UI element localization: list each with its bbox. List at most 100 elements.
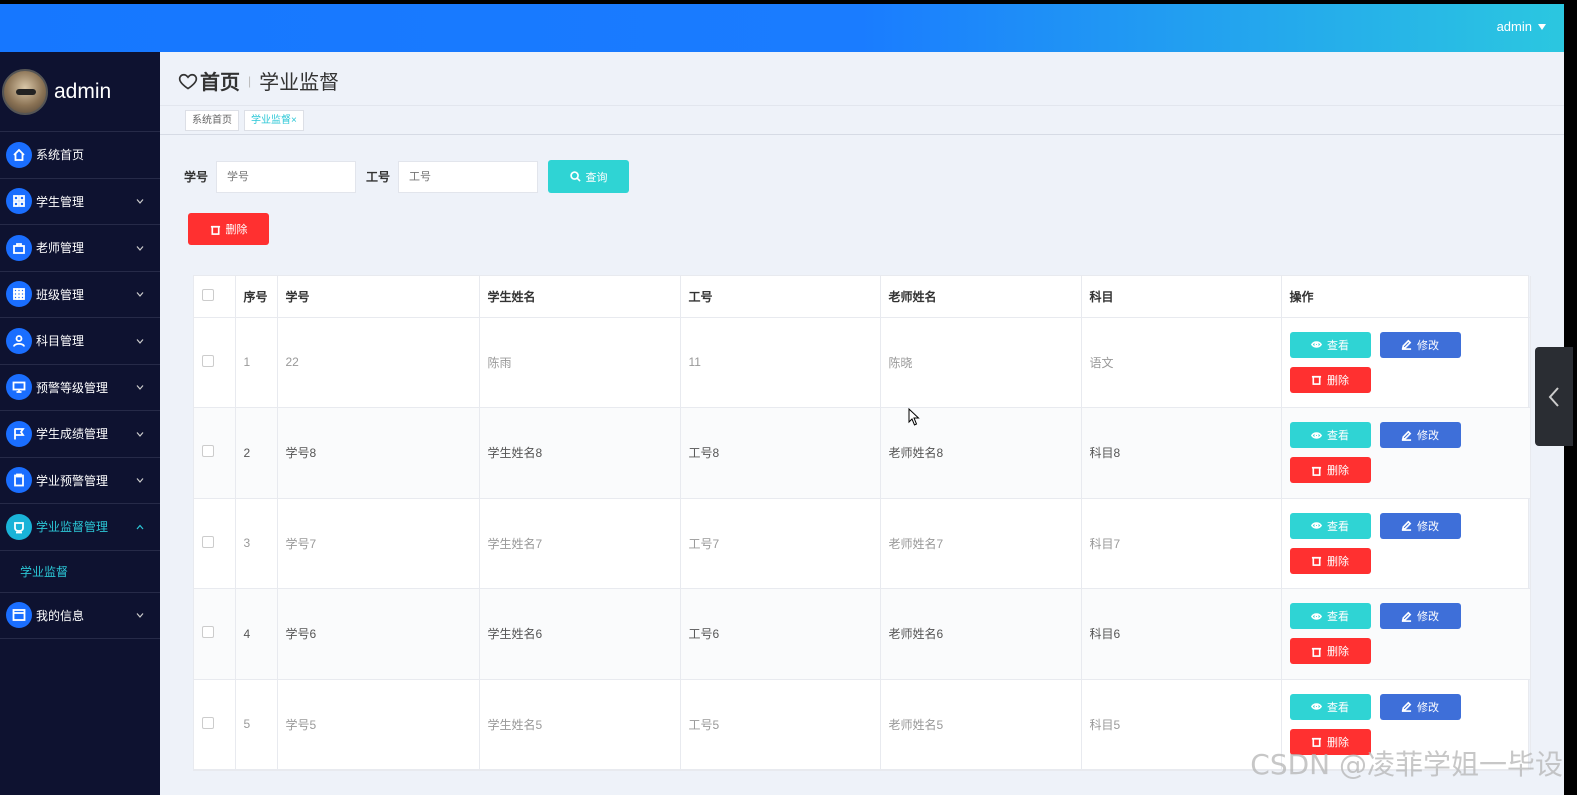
- row-checkbox[interactable]: [202, 716, 214, 729]
- edit-icon: [1401, 430, 1412, 441]
- sidebar-item-label: 我的信息: [36, 608, 85, 623]
- header-select-all[interactable]: [194, 276, 236, 318]
- cell-student-name: 学生姓名7: [479, 498, 681, 589]
- sidebar-item-6[interactable]: 预警等级管理: [0, 365, 160, 411]
- submenu-item-supervision[interactable]: 学业监督: [0, 551, 160, 593]
- clipboard-icon: [6, 467, 32, 494]
- cell-student-id: 学号8: [277, 407, 480, 499]
- row-checkbox[interactable]: [202, 535, 214, 548]
- table-row: 2 学号8 学生姓名8 工号8 老师姓名8 科目8 查看 修改 删除: [194, 407, 1531, 499]
- cell-teacher-name: 老师姓名5: [880, 679, 1082, 770]
- edit-icon: [1401, 611, 1412, 622]
- select-all-checkbox[interactable]: [202, 288, 214, 301]
- sidebar-item-3[interactable]: 老师管理: [0, 225, 160, 272]
- chevron-down-icon: [136, 338, 144, 344]
- row-select-cell[interactable]: [194, 679, 236, 770]
- user-icon: [6, 327, 32, 354]
- cup-icon: [6, 513, 32, 540]
- chevron-down-icon: [136, 613, 144, 619]
- edit-button[interactable]: 修改: [1379, 603, 1461, 630]
- trash-icon: [1311, 647, 1322, 657]
- row-checkbox[interactable]: [202, 354, 214, 367]
- sidebar-item-2[interactable]: 学生管理: [0, 179, 160, 225]
- view-button[interactable]: 查看: [1289, 331, 1371, 358]
- tab-current[interactable]: 学业监督×: [244, 110, 304, 131]
- delete-button[interactable]: 删除: [1289, 547, 1371, 574]
- batch-delete-button[interactable]: 删除: [188, 213, 269, 245]
- cell-index: 4: [235, 588, 278, 680]
- row-select-cell[interactable]: [194, 317, 236, 408]
- cell-staff-id: 工号8: [680, 407, 881, 499]
- side-drawer-toggle[interactable]: [1535, 347, 1573, 446]
- cell-actions: 查看 修改 删除: [1281, 317, 1531, 408]
- header-student-name: 学生姓名: [479, 276, 681, 318]
- sidebar-item-10[interactable]: 我的信息: [0, 593, 160, 639]
- edit-button[interactable]: 修改: [1379, 512, 1461, 539]
- sidebar-item-label: 学业监督管理: [36, 520, 109, 535]
- sidebar-item-7[interactable]: 学生成绩管理: [0, 411, 160, 458]
- staff-id-input[interactable]: [398, 160, 539, 193]
- sidebar-item-label: 学生管理: [36, 194, 85, 209]
- student-id-input[interactable]: [216, 160, 357, 193]
- cell-index: 3: [235, 498, 278, 589]
- chevron-down-icon: [136, 199, 144, 205]
- view-button[interactable]: 查看: [1289, 693, 1371, 720]
- row-checkbox[interactable]: [202, 626, 214, 639]
- mouse-cursor-icon: [908, 408, 920, 426]
- sidebar-profile: admin: [0, 52, 160, 132]
- view-button[interactable]: 查看: [1289, 512, 1371, 539]
- delete-label: 删除: [1327, 555, 1349, 568]
- edit-button[interactable]: 修改: [1379, 331, 1461, 358]
- cell-student-name: 学生姓名8: [479, 407, 681, 499]
- sidebar-item-4[interactable]: 班级管理: [0, 272, 160, 318]
- edit-button[interactable]: 修改: [1379, 693, 1461, 720]
- trash-icon: [1311, 557, 1322, 567]
- header-teacher-name: 老师姓名: [880, 276, 1082, 318]
- row-select-cell[interactable]: [194, 498, 236, 589]
- trash-icon: [1311, 376, 1322, 386]
- view-label: 查看: [1327, 339, 1349, 352]
- header-staff-id: 工号: [680, 276, 881, 318]
- sidebar-item-label: 老师管理: [36, 241, 85, 256]
- delete-button[interactable]: 删除: [1289, 638, 1371, 665]
- delete-button[interactable]: 删除: [1289, 457, 1371, 484]
- sidebar-item-1[interactable]: 系统首页: [0, 132, 160, 179]
- header-actions: 操作: [1281, 276, 1531, 318]
- sidebar: admin 系统首页 学生管理 老师管理 班级管理 科目管理 预警等级管理 学生成绩管理 学业…: [0, 52, 160, 795]
- home-icon: [6, 141, 32, 168]
- edit-label: 修改: [1417, 520, 1439, 533]
- row-checkbox[interactable]: [202, 445, 214, 458]
- edit-button[interactable]: 修改: [1379, 422, 1461, 449]
- trash-icon: [210, 225, 220, 235]
- row-select-cell[interactable]: [194, 588, 236, 680]
- view-label: 查看: [1327, 430, 1349, 443]
- cell-student-name: 学生姓名6: [479, 588, 681, 680]
- page-title: 首页 | 学业监督: [178, 66, 339, 95]
- cell-staff-id: 工号7: [680, 498, 881, 589]
- row-select-cell[interactable]: [194, 407, 236, 499]
- table-row: 1 22 陈雨 11 陈晓 语文 查看 修改 删除: [194, 317, 1531, 408]
- breadcrumb-current: 学业监督: [259, 72, 340, 94]
- sidebar-item-label: 科目管理: [36, 334, 85, 349]
- view-button[interactable]: 查看: [1289, 422, 1371, 449]
- sidebar-item-label: 学生成绩管理: [36, 427, 109, 442]
- delete-button[interactable]: 删除: [1289, 366, 1371, 393]
- breadcrumb-home[interactable]: 首页: [200, 66, 240, 95]
- sidebar-item-9[interactable]: 学业监督管理: [0, 504, 160, 551]
- cell-subject: 科目6: [1081, 588, 1282, 680]
- sidebar-item-8[interactable]: 学业预警管理: [0, 458, 160, 504]
- header-index: 序号: [235, 276, 278, 318]
- staff-id-label: 工号: [366, 170, 391, 184]
- tab-home[interactable]: 系统首页: [185, 110, 239, 131]
- table-header-row: 序号 学号 学生姓名 工号 老师姓名 科目 操作: [194, 276, 1531, 318]
- user-menu[interactable]: admin: [1497, 19, 1546, 34]
- cell-staff-id: 工号5: [680, 679, 881, 770]
- sidebar-item-label: 学业预警管理: [36, 473, 109, 488]
- search-button[interactable]: 查询: [548, 160, 630, 193]
- cell-index: 2: [235, 407, 278, 499]
- sidebar-item-label: 班级管理: [36, 287, 85, 302]
- table-row: 4 学号6 学生姓名6 工号6 老师姓名6 科目6 查看 修改 删除: [194, 588, 1531, 680]
- view-button[interactable]: 查看: [1289, 603, 1371, 630]
- sidebar-item-5[interactable]: 科目管理: [0, 318, 160, 365]
- chevron-up-icon: [136, 524, 144, 530]
